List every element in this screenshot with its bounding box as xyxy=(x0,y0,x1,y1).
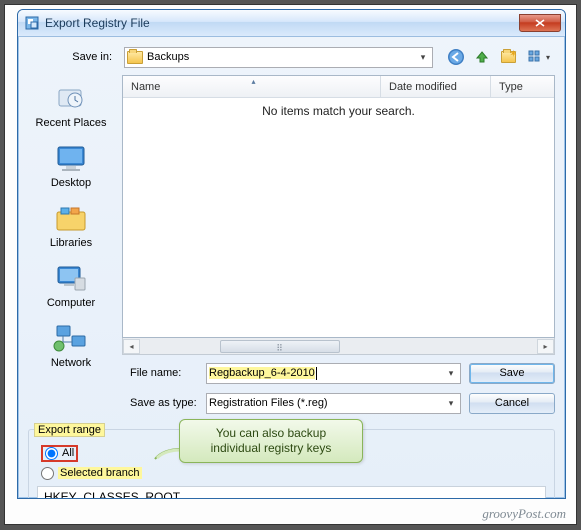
save-button[interactable]: Save xyxy=(469,363,555,384)
titlebar[interactable]: Export Registry File xyxy=(18,10,565,37)
places-sidebar: Recent Places Desktop Libraries Computer xyxy=(28,75,114,355)
export-range-legend: Export range xyxy=(34,423,105,437)
nav-views-button[interactable]: ▾ xyxy=(523,47,555,68)
filename-value: Regbackup_6-4-2010 xyxy=(209,367,315,379)
recent-places-icon xyxy=(53,81,89,115)
sidebar-item-label: Desktop xyxy=(51,177,91,189)
sidebar-item-recent[interactable]: Recent Places xyxy=(29,81,113,129)
scroll-right-icon[interactable]: ▸ xyxy=(537,339,554,354)
window-title: Export Registry File xyxy=(45,16,519,30)
nav-new-folder-button[interactable]: ✶ xyxy=(497,47,519,68)
save-as-type-combo[interactable]: Registration Files (*.reg) ▾ xyxy=(206,393,461,414)
file-list-empty: No items match your search. xyxy=(123,98,554,337)
sidebar-item-computer[interactable]: Computer xyxy=(29,261,113,309)
column-header-type[interactable]: Type xyxy=(491,76,554,97)
column-header-name[interactable]: Name ▴ xyxy=(123,76,381,97)
chevron-down-icon: ▾ xyxy=(444,368,458,379)
filename-combo[interactable]: Regbackup_6-4-2010 ▾ xyxy=(206,363,461,384)
export-selected-radio[interactable] xyxy=(41,467,54,480)
scroll-left-icon[interactable]: ◂ xyxy=(123,339,140,354)
libraries-icon xyxy=(53,201,89,235)
folder-icon: ✶ xyxy=(501,51,516,63)
sidebar-item-label: Recent Places xyxy=(36,117,107,129)
save-as-type-label: Save as type: xyxy=(28,397,198,409)
chevron-down-icon: ▾ xyxy=(546,53,550,62)
nav-up-button[interactable] xyxy=(471,47,493,68)
save-in-folder: Backups xyxy=(147,51,416,63)
chevron-down-icon: ▾ xyxy=(444,398,458,409)
annotation-callout: You can also backup individual registry … xyxy=(179,419,363,463)
filename-label: File name: xyxy=(28,367,198,379)
chevron-down-icon: ▾ xyxy=(416,52,430,63)
selected-branch-field[interactable] xyxy=(37,486,546,499)
save-as-type-value: Registration Files (*.reg) xyxy=(209,397,444,409)
column-header-date[interactable]: Date modified xyxy=(381,76,491,97)
sidebar-item-libraries[interactable]: Libraries xyxy=(29,201,113,249)
sidebar-item-network[interactable]: Network xyxy=(29,321,113,369)
nav-back-button[interactable] xyxy=(445,47,467,68)
sidebar-item-label: Computer xyxy=(47,297,95,309)
export-all-label: All xyxy=(62,447,74,459)
computer-icon xyxy=(53,261,89,295)
save-in-label: Save in: xyxy=(28,51,118,63)
export-selected-label: Selected branch xyxy=(58,467,142,479)
cancel-button[interactable]: Cancel xyxy=(469,393,555,414)
file-list[interactable]: Name ▴ Date modified Type No items match… xyxy=(122,75,555,338)
horizontal-scrollbar[interactable]: ◂ ⠿ ▸ xyxy=(122,338,555,355)
scroll-track[interactable]: ⠿ xyxy=(140,339,537,354)
sort-indicator-icon: ▴ xyxy=(252,77,256,86)
regedit-icon xyxy=(24,15,40,31)
folder-icon xyxy=(127,51,143,64)
desktop-icon xyxy=(53,141,89,175)
watermark: groovyPost.com xyxy=(482,506,566,522)
scroll-thumb[interactable]: ⠿ xyxy=(220,340,340,353)
network-icon xyxy=(53,321,89,355)
sidebar-item-label: Libraries xyxy=(50,237,92,249)
sidebar-item-desktop[interactable]: Desktop xyxy=(29,141,113,189)
close-button[interactable] xyxy=(519,14,561,32)
export-all-radio[interactable] xyxy=(45,447,58,460)
save-in-combo[interactable]: Backups ▾ xyxy=(124,47,433,68)
